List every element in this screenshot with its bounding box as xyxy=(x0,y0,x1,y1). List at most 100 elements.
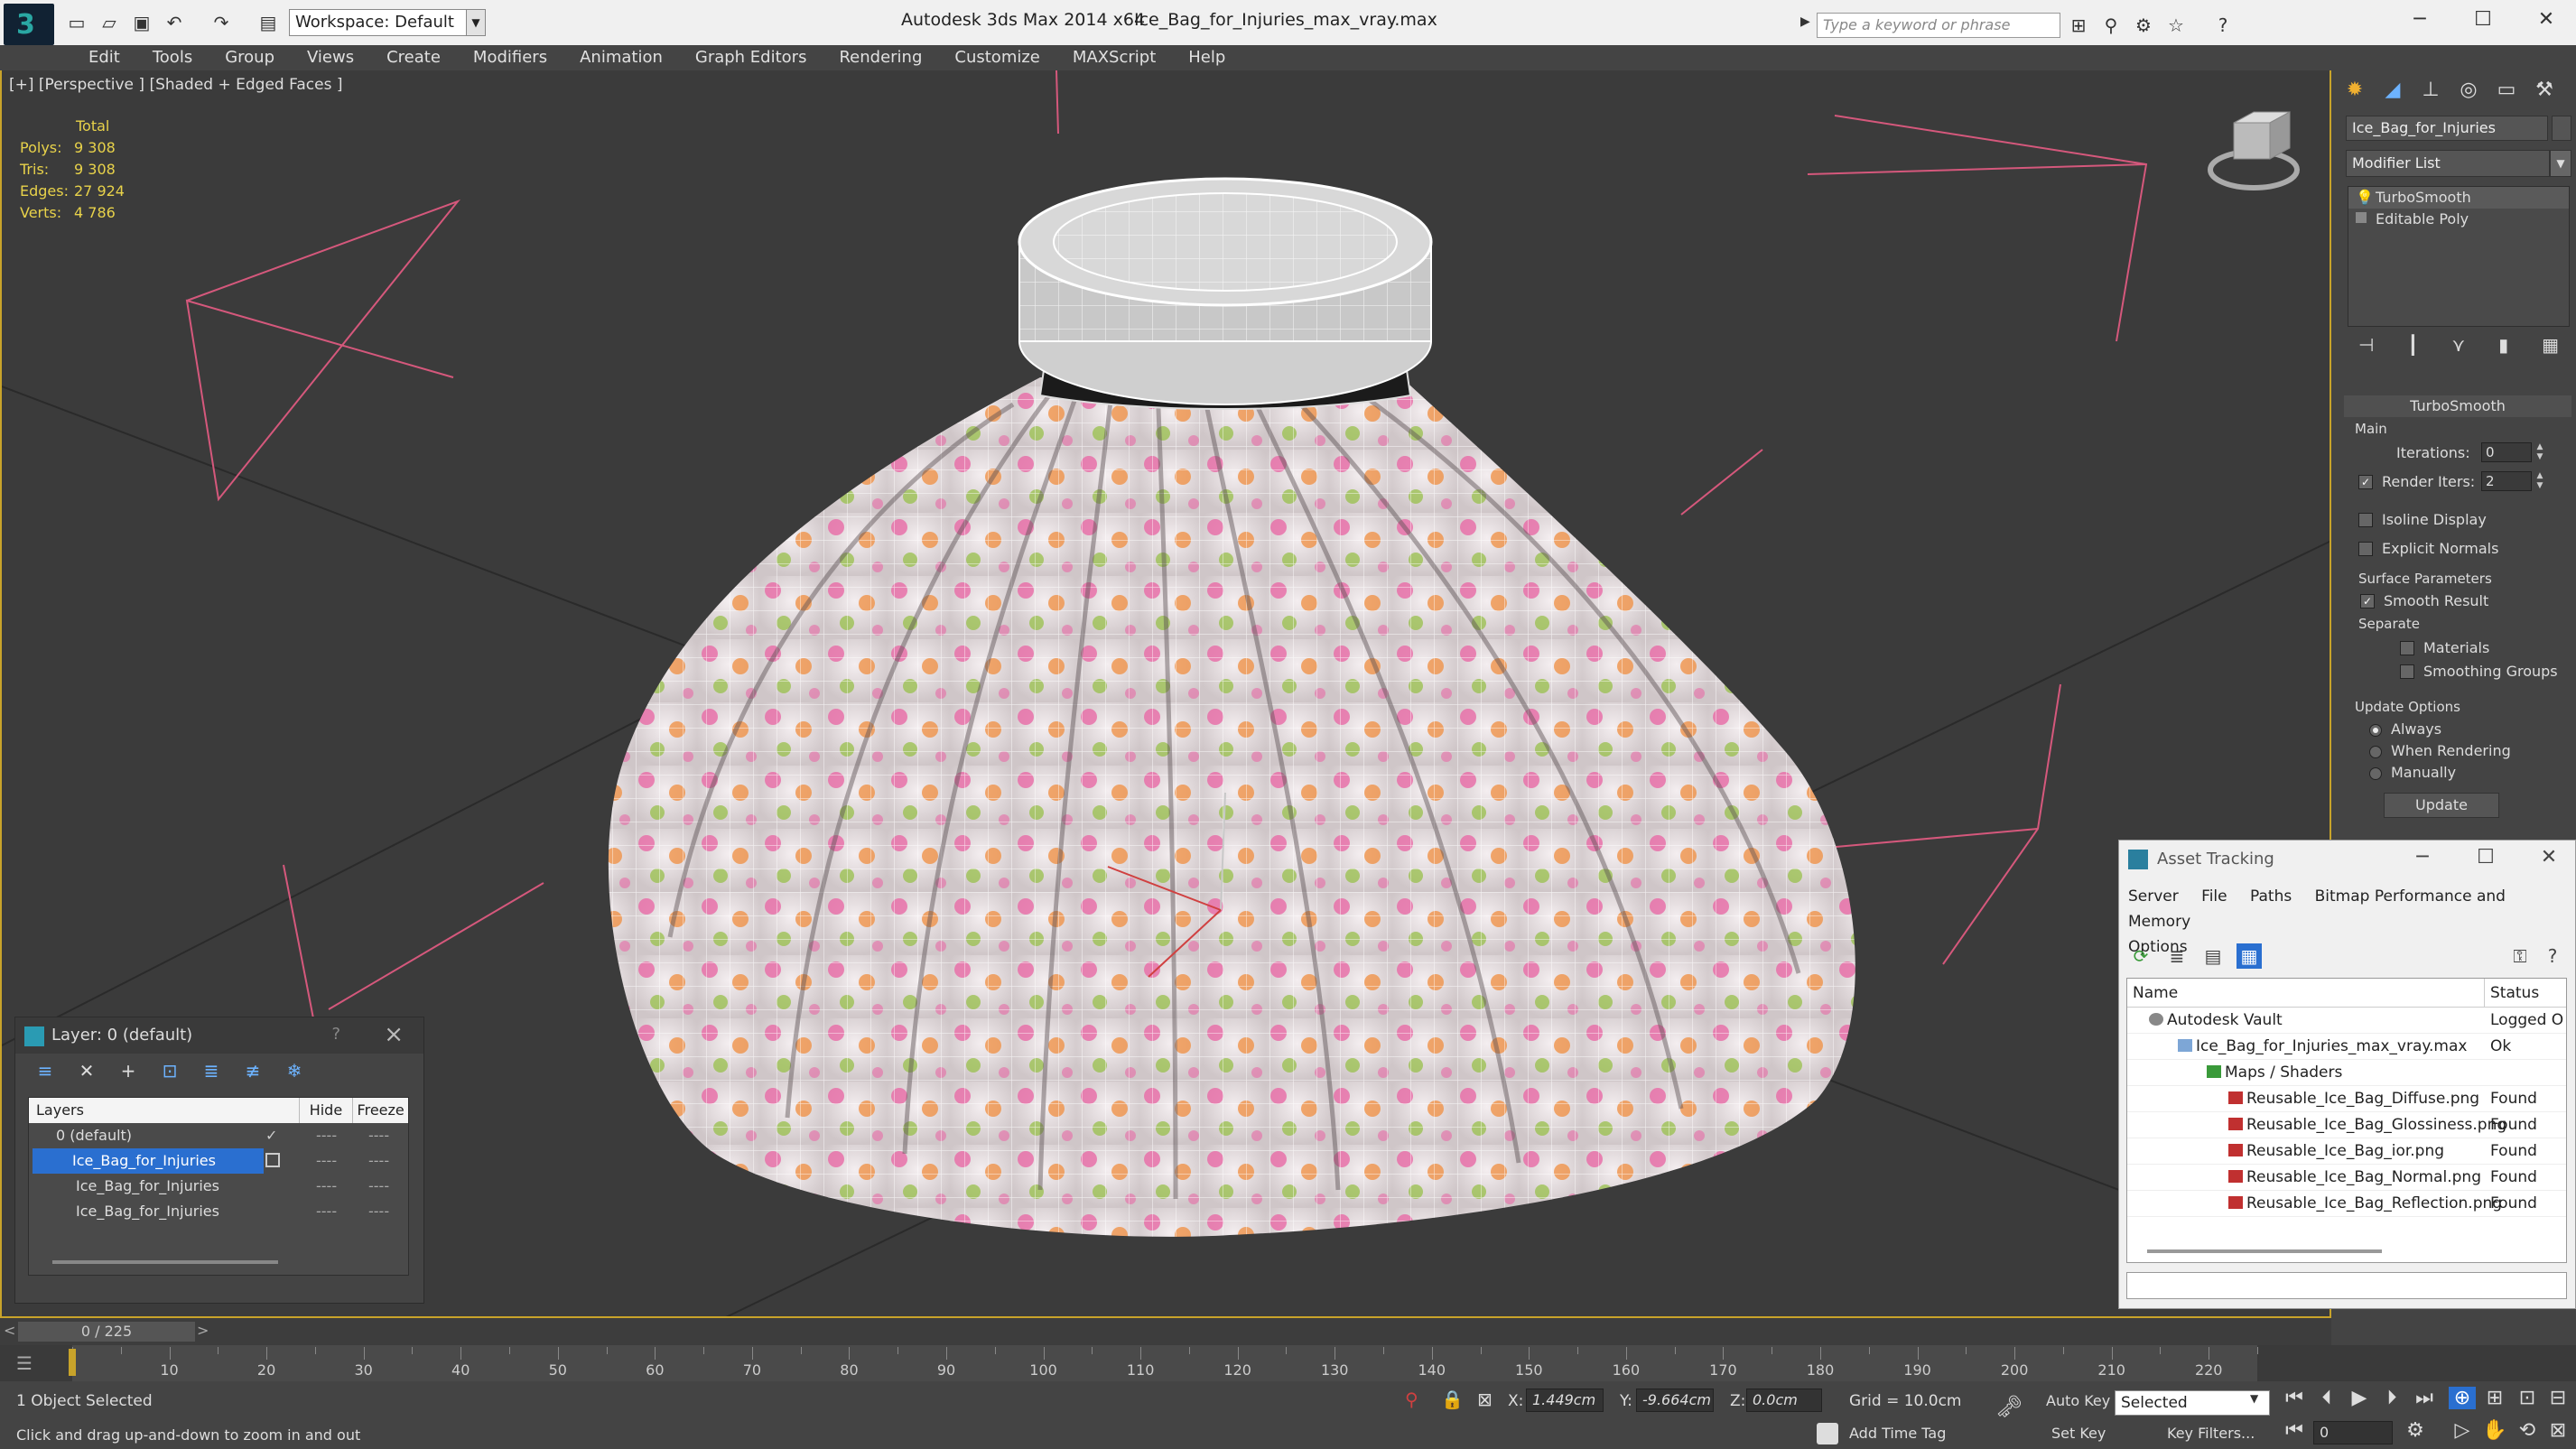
select-objects-icon[interactable]: ⊡ xyxy=(158,1059,181,1082)
save-icon[interactable]: ▣ xyxy=(130,11,153,34)
zoom-region-icon[interactable]: ⊡ xyxy=(2514,1387,2541,1409)
key-filters-button[interactable]: Key Filters... xyxy=(2167,1425,2255,1442)
modifier-list-dropdown[interactable]: Modifier List xyxy=(2346,150,2550,177)
go-to-end-icon[interactable]: ⏭ xyxy=(2411,1387,2438,1409)
freeze-all-icon[interactable]: ❄ xyxy=(283,1059,306,1082)
previous-frame-icon[interactable]: ⏴ xyxy=(2313,1387,2340,1409)
set-key-icon[interactable]: 🗝 xyxy=(1995,1394,2023,1419)
layer-row[interactable]: 0 (default) ✓ ---- ---- xyxy=(29,1123,408,1148)
help-icon[interactable]: ? xyxy=(2210,13,2236,38)
col-freeze[interactable]: Freeze xyxy=(352,1098,408,1123)
set-key-button[interactable]: Set Key xyxy=(2051,1425,2106,1442)
menu-group[interactable]: Group xyxy=(209,45,291,70)
maximize-icon[interactable]: ☐ xyxy=(2468,846,2504,868)
create-tab-icon[interactable]: ✹ xyxy=(2340,76,2369,105)
x-coordinate-field[interactable]: 1.449cm xyxy=(1526,1389,1604,1412)
smoothing-groups-checkbox[interactable] xyxy=(2400,664,2414,679)
object-name-field[interactable]: Ice_Bag_for_Injuries xyxy=(2346,116,2548,141)
table-row[interactable]: Reusable_Ice_Bag_ior.png Found xyxy=(2127,1138,2566,1165)
iterations-spinner[interactable]: 0 xyxy=(2481,442,2532,462)
list-view-icon[interactable]: ≣ xyxy=(2164,943,2190,969)
manually-radio[interactable] xyxy=(2369,767,2382,780)
menu-maxscript[interactable]: MAXScript xyxy=(1056,45,1172,70)
table-row[interactable]: Reusable_Ice_Bag_Reflection.png Found xyxy=(2127,1191,2566,1217)
horizontal-scrollbar[interactable] xyxy=(52,1260,278,1264)
add-time-tag-button[interactable]: Add Time Tag xyxy=(1849,1425,1946,1442)
current-frame-marker[interactable] xyxy=(69,1349,76,1376)
menu-rendering[interactable]: Rendering xyxy=(823,45,938,70)
table-row[interactable]: Autodesk Vault Logged O xyxy=(2127,1008,2566,1034)
stack-item-turbosmooth[interactable]: 💡 TurboSmooth xyxy=(2348,187,2569,209)
chevron-down-icon[interactable]: ▼ xyxy=(2550,150,2571,177)
explicit-normals-checkbox[interactable] xyxy=(2358,542,2373,556)
help-icon[interactable]: ? xyxy=(331,1025,340,1044)
layer-row[interactable]: Ice_Bag_for_Injuries ---- ---- xyxy=(29,1199,408,1224)
chevron-down-icon[interactable]: ▼ xyxy=(2250,1392,2258,1405)
viewcube-icon[interactable] xyxy=(2208,111,2300,190)
auto-key-button[interactable]: Auto Key xyxy=(2046,1392,2110,1409)
go-to-start-icon[interactable]: ⏮ xyxy=(2281,1387,2308,1409)
minimize-icon[interactable]: ─ xyxy=(2404,846,2441,868)
menu-bitmap-performance[interactable]: Bitmap Performance and Memory xyxy=(2128,887,2506,931)
maximize-viewport-icon[interactable]: ⊟ xyxy=(2544,1387,2571,1409)
spinner-arrows-icon[interactable]: ▲ ▼ xyxy=(2534,442,2546,462)
render-iters-spinner[interactable]: 2 xyxy=(2481,471,2532,491)
remove-modifier-icon[interactable]: ▮ xyxy=(2498,334,2508,356)
show-end-result-icon[interactable]: ┃ xyxy=(2407,334,2418,356)
detail-view-icon[interactable]: ▤ xyxy=(2200,943,2226,969)
col-name[interactable]: Name xyxy=(2127,979,2485,1007)
play-icon[interactable]: ▶ xyxy=(2346,1387,2373,1409)
new-file-icon[interactable]: ▭ xyxy=(65,11,88,34)
menu-animation[interactable]: Animation xyxy=(563,45,679,70)
minimize-icon[interactable]: ─ xyxy=(2402,5,2438,34)
motion-tab-icon[interactable]: ◎ xyxy=(2454,76,2483,105)
key-mode-toggle-icon[interactable]: ⏮ xyxy=(2281,1419,2308,1442)
modify-tab-icon[interactable]: ◢ xyxy=(2378,76,2407,105)
menu-graph-editors[interactable]: Graph Editors xyxy=(679,45,823,70)
col-status[interactable]: Status xyxy=(2485,979,2539,1007)
time-slider-thumb[interactable]: 0 / 225 xyxy=(18,1322,195,1342)
menu-create[interactable]: Create xyxy=(370,45,457,70)
set-active-box[interactable] xyxy=(265,1153,280,1167)
orbit-icon[interactable]: ⟲ xyxy=(2514,1419,2541,1442)
table-row[interactable]: Maps / Shaders xyxy=(2127,1060,2566,1086)
current-frame-field[interactable]: 0 xyxy=(2313,1421,2393,1444)
track-bar[interactable]: ☰ 10 20 30 40 50 60 70 80 90 100 110 120 130 140 150 16… xyxy=(0,1345,2576,1381)
stack-item-editable-poly[interactable]: Editable Poly xyxy=(2348,209,2569,230)
time-slider[interactable]: < 0 / 225 > xyxy=(0,1318,2331,1345)
field-of-view-icon[interactable]: ▷ xyxy=(2449,1419,2476,1442)
materials-checkbox[interactable] xyxy=(2400,641,2414,655)
next-frame-icon[interactable]: ⏵ xyxy=(2378,1387,2405,1409)
highlight-layer-icon[interactable]: ≣ xyxy=(200,1059,223,1082)
active-check-icon[interactable]: ✓ xyxy=(265,1123,277,1148)
add-to-layer-icon[interactable]: + xyxy=(116,1059,140,1082)
isoline-display-checkbox[interactable] xyxy=(2358,513,2373,527)
maximize-icon[interactable]: ☐ xyxy=(2465,5,2501,34)
communication-icon[interactable]: ⚙ xyxy=(2131,13,2156,38)
layer-dialog-title[interactable]: Layer: 0 (default) xyxy=(15,1017,423,1054)
freeze-toggle[interactable]: ---- xyxy=(368,1199,389,1224)
table-view-icon[interactable]: ▦ xyxy=(2237,943,2262,969)
close-icon[interactable]: ✕ xyxy=(2531,846,2567,868)
pin-stack-icon[interactable]: ⊣ xyxy=(2358,334,2374,356)
layer-row[interactable]: Ice_Bag_for_Injuries ---- ---- xyxy=(29,1174,408,1199)
smooth-result-checkbox[interactable]: ✓ xyxy=(2360,594,2375,608)
table-row[interactable]: Reusable_Ice_Bag_Glossiness.png Found xyxy=(2127,1112,2566,1138)
zoom-all-icon[interactable]: ⊞ xyxy=(2481,1387,2508,1409)
hide-toggle[interactable]: ---- xyxy=(316,1199,337,1224)
time-tag-icon[interactable] xyxy=(1817,1423,1838,1444)
close-icon[interactable]: ✕ xyxy=(2528,5,2564,34)
project-folder-icon[interactable]: ▤ xyxy=(256,11,280,34)
col-hide[interactable]: Hide xyxy=(298,1098,353,1123)
table-row[interactable]: Ice_Bag_for_Injuries_max_vray.max Ok xyxy=(2127,1034,2566,1060)
hide-all-icon[interactable]: ≢ xyxy=(241,1059,265,1082)
prev-frame-arrow-icon[interactable]: < xyxy=(4,1322,15,1339)
favorites-star-icon[interactable]: ☆ xyxy=(2163,13,2189,38)
menu-paths[interactable]: Paths xyxy=(2250,887,2292,906)
menu-server[interactable]: Server xyxy=(2128,887,2179,906)
menu-views[interactable]: Views xyxy=(291,45,370,70)
y-coordinate-field[interactable]: -9.664cm xyxy=(1636,1389,1714,1412)
subscription-icon[interactable]: ⚲ xyxy=(2098,13,2124,38)
render-iters-checkbox[interactable]: ✓ xyxy=(2358,475,2373,489)
horizontal-scrollbar[interactable] xyxy=(2147,1249,2382,1253)
